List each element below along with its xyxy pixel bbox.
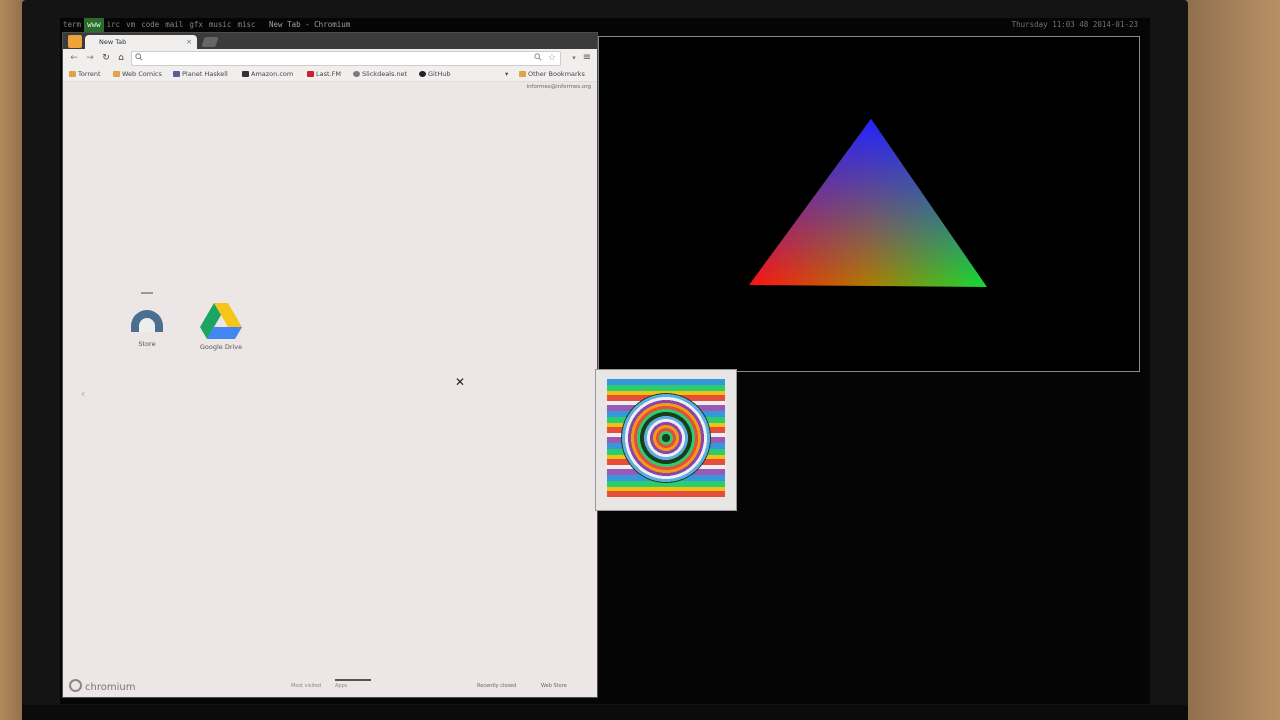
logo-text: chromium xyxy=(85,682,136,693)
search-icon xyxy=(135,52,143,65)
tab-close-icon[interactable]: × xyxy=(186,35,192,49)
bookmarks-bar: Torrent Web Comics Planet Haskell Amazon… xyxy=(63,67,597,82)
concentric-pattern xyxy=(607,379,725,497)
tab-title: New Tab xyxy=(99,38,127,46)
folder-icon xyxy=(113,71,120,77)
folder-icon xyxy=(69,71,76,77)
github-icon xyxy=(419,71,426,77)
monitor-screen: term www irc vm code mail gfx music misc New Tab… xyxy=(60,18,1150,704)
ring-pattern xyxy=(621,393,711,483)
chromium-window: New Tab × ← → ↻ ⌂ ☆ ▾ ≡ Torrent Web Comi… xyxy=(62,32,598,698)
chromium-logo: chromium xyxy=(69,679,135,693)
bookmark-other[interactable]: Other Bookmarks xyxy=(519,67,585,81)
bookmark-planet-haskell[interactable]: Planet Haskell xyxy=(173,67,228,81)
slickdeals-icon xyxy=(353,71,360,77)
bookmark-label: GitHub xyxy=(428,70,451,78)
tab-new-tab[interactable]: New Tab × xyxy=(85,35,197,49)
bookmark-label: Planet Haskell xyxy=(182,70,228,78)
back-button[interactable]: ← xyxy=(67,50,81,66)
reload-button[interactable]: ↻ xyxy=(99,50,113,66)
workspace-irc[interactable]: irc xyxy=(104,18,124,32)
workspace-www[interactable]: www xyxy=(84,18,104,32)
app-store[interactable]: Store xyxy=(127,292,167,348)
bookmark-label: Slickdeals.net xyxy=(362,70,408,78)
close-icon[interactable]: ✕ xyxy=(455,375,465,389)
profile-avatar-icon[interactable] xyxy=(68,35,82,48)
bookmark-label: Web Comics xyxy=(122,70,162,78)
ntp-footer: chromium Most visited Apps Recently clos… xyxy=(63,675,597,697)
bookmark-torrent[interactable]: Torrent xyxy=(69,67,101,81)
focused-window-title: New Tab - Chromium xyxy=(269,20,351,29)
amazon-icon xyxy=(242,71,249,77)
chromium-logo-icon xyxy=(69,679,82,692)
magnifier-icon[interactable] xyxy=(534,52,542,65)
monitor-bezel-bottom xyxy=(22,705,1188,720)
folder-icon xyxy=(519,71,526,77)
browser-toolbar: ← → ↻ ⌂ ☆ ▾ ≡ xyxy=(63,49,597,67)
bookmark-label: Other Bookmarks xyxy=(528,70,585,78)
workspace-gfx[interactable]: gfx xyxy=(186,18,206,32)
bookmark-slickdeals[interactable]: Slickdeals.net xyxy=(353,67,407,81)
workspace-music[interactable]: music xyxy=(206,18,235,32)
pattern-window xyxy=(595,369,737,511)
new-tab-button[interactable] xyxy=(201,37,219,47)
web-store-link[interactable]: Web Store xyxy=(541,683,567,689)
page-most-visited[interactable]: Most visited xyxy=(291,683,321,689)
store-icon xyxy=(129,308,165,334)
workspace-vm[interactable]: vm xyxy=(123,18,138,32)
workspace-mail[interactable]: mail xyxy=(162,18,186,32)
page-apps[interactable]: Apps xyxy=(335,679,371,689)
forward-button[interactable]: → xyxy=(83,50,97,66)
app-google-drive[interactable]: Google Drive xyxy=(193,302,249,351)
new-tab-page: Store Google Drive ‹ ✕ chromium Most vis… xyxy=(63,82,597,697)
bookmark-lastfm[interactable]: Last.FM xyxy=(307,67,341,81)
wall-right xyxy=(1180,0,1280,720)
clock: Thursday 11:03 48 2014-01-23 xyxy=(1011,20,1138,29)
bookmark-github[interactable]: GitHub xyxy=(419,67,451,81)
menu-button[interactable]: ≡ xyxy=(581,50,593,66)
app-label: Store xyxy=(138,340,156,348)
store-indicator xyxy=(141,292,153,294)
haskell-icon xyxy=(173,71,180,77)
home-button[interactable]: ⌂ xyxy=(114,50,128,66)
gl-triangle-window xyxy=(598,36,1140,372)
google-drive-icon xyxy=(200,303,242,339)
workspace-code[interactable]: code xyxy=(138,18,162,32)
lastfm-icon xyxy=(307,71,314,77)
workspace-misc[interactable]: misc xyxy=(234,18,258,32)
bookmark-label: Torrent xyxy=(78,70,101,78)
bookmark-label: Amazon.com xyxy=(251,70,294,78)
bookmark-label: Last.FM xyxy=(316,70,341,78)
chevron-left-icon[interactable]: ‹ xyxy=(81,387,85,400)
app-label: Google Drive xyxy=(199,343,243,351)
tab-strip: New Tab × xyxy=(63,33,597,49)
bookmark-amazon[interactable]: Amazon.com xyxy=(242,67,293,81)
chevron-down-icon[interactable]: ▾ xyxy=(505,67,508,81)
workspace-term[interactable]: term xyxy=(60,18,84,32)
extension-chevron-icon[interactable]: ▾ xyxy=(569,50,579,66)
rgb-triangle xyxy=(749,119,987,287)
status-bar: term www irc vm code mail gfx music misc New Tab… xyxy=(60,18,1150,32)
bookmark-web-comics[interactable]: Web Comics xyxy=(113,67,162,81)
bookmark-star-icon[interactable]: ☆ xyxy=(548,52,556,65)
recently-closed-link[interactable]: Recently closed xyxy=(477,683,516,689)
address-bar[interactable]: ☆ xyxy=(131,51,561,66)
